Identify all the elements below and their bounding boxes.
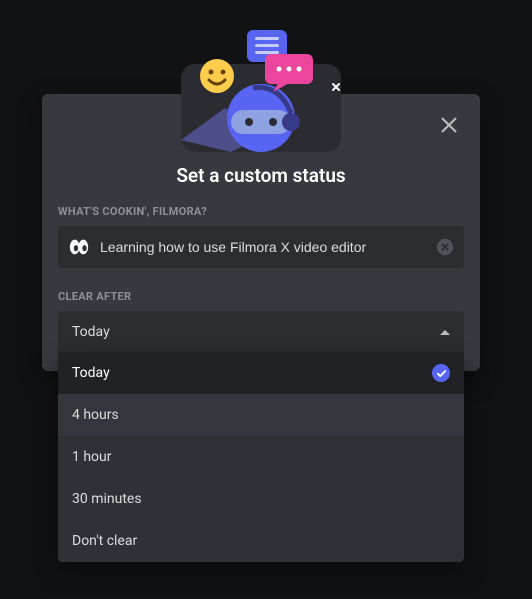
status-input[interactable] [100,239,426,255]
status-input-wrap [58,226,464,268]
clear-option-today[interactable]: Today [58,352,464,394]
close-icon[interactable] [436,112,462,138]
clear-after-select[interactable]: Today [58,311,464,353]
status-prompt-label: WHAT'S COOKIN', FILMORA? [58,205,464,218]
option-label: 4 hours [72,407,119,423]
modal-title: Set a custom status [58,164,464,187]
clear-after-label: CLEAR AFTER [58,290,464,303]
custom-status-modal: Set a custom status WHAT'S COOKIN', FILM… [42,94,480,371]
option-label: 30 minutes [72,491,142,507]
clear-option-dont-clear[interactable]: Don't clear [58,520,464,562]
clear-option-30-minutes[interactable]: 30 minutes [58,478,464,520]
option-label: Don't clear [72,533,137,549]
clear-option-4-hours[interactable]: 4 hours [58,394,464,436]
clear-input-icon[interactable] [436,238,454,256]
hero-illustration [161,30,361,152]
eyes-emoji-icon[interactable] [68,236,90,258]
clear-after-dropdown: Today 4 hours 1 hour 30 minutes Don't cl… [58,352,464,562]
option-label: 1 hour [72,449,112,465]
clear-after-selected-value: Today [72,324,110,340]
clear-option-1-hour[interactable]: 1 hour [58,436,464,478]
check-icon [432,364,450,382]
option-label: Today [72,365,110,381]
caret-up-icon [440,330,450,335]
